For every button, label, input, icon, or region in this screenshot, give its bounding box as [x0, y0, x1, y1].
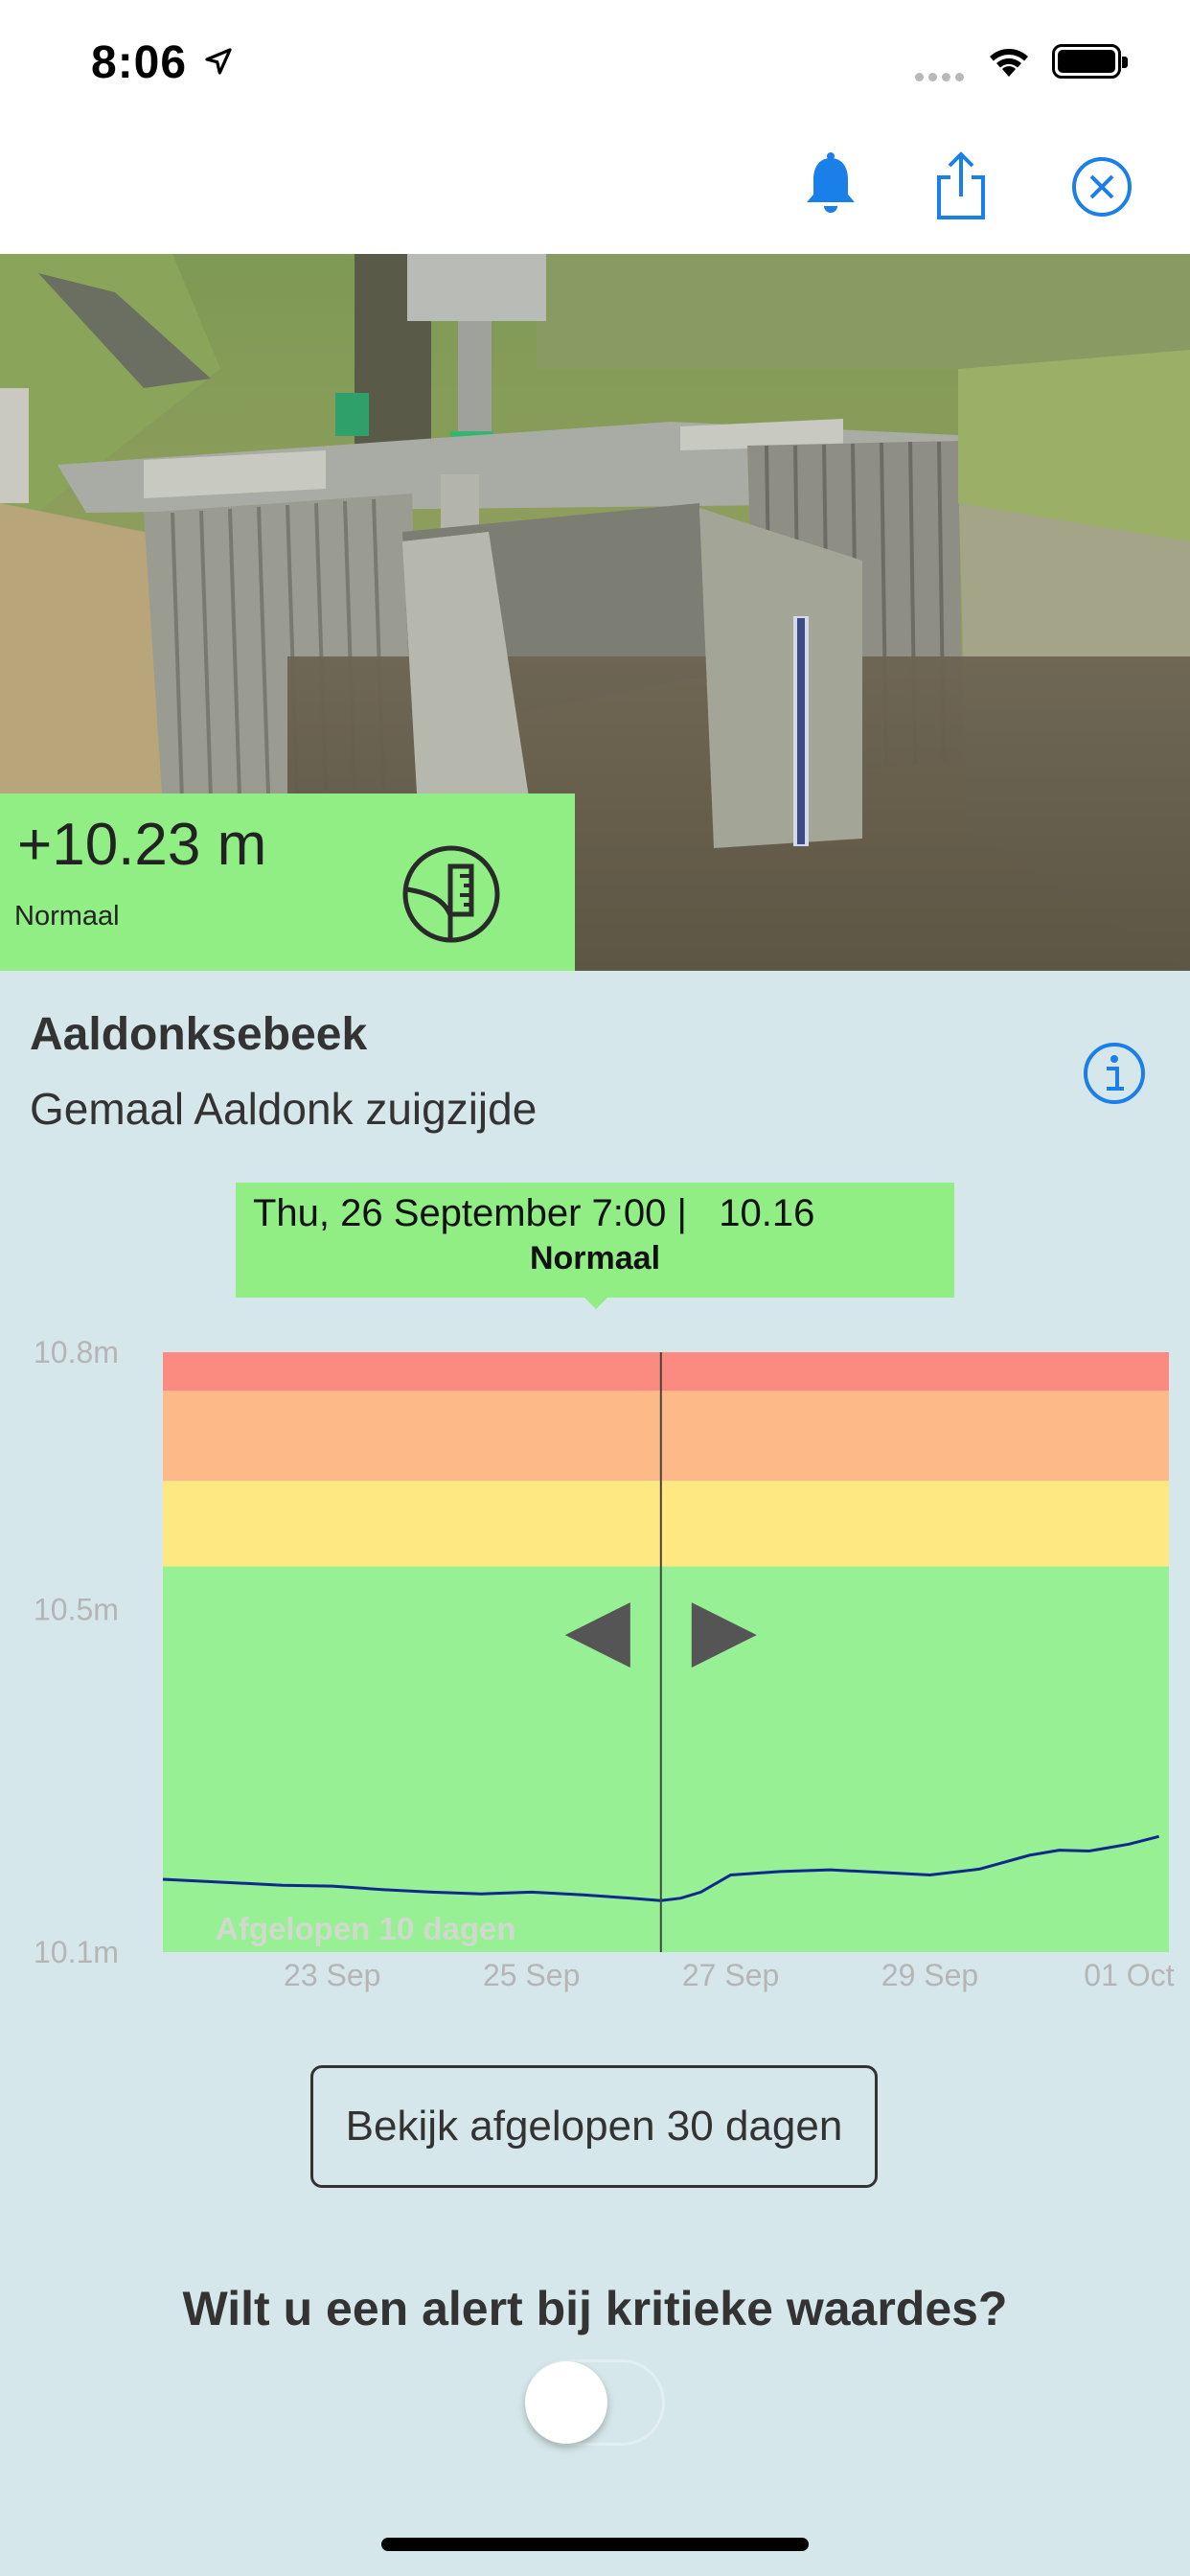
battery-icon [1052, 44, 1128, 79]
signal-dots-icon [915, 69, 969, 86]
y-tick-label: 10.1m [34, 1935, 119, 1969]
station-name: Gemaal Aaldonk zuigzijde [30, 1084, 538, 1134]
chart-tooltip: Thu, 26 September 7:00 | 10.16 Normaal [236, 1183, 954, 1298]
close-circle-icon[interactable] [1068, 149, 1135, 225]
alert-toggle[interactable] [525, 2359, 665, 2446]
river-name: Aaldonksebeek [30, 1009, 368, 1060]
chart-band-3 [163, 1352, 1169, 1392]
y-tick-label: 10.8m [34, 1335, 119, 1369]
home-indicator [381, 2538, 809, 2551]
chart-period-watermark: Afgelopen 10 dagen [216, 1911, 516, 1946]
water-level-card: +10.23 m Normaal [0, 794, 575, 971]
chart-band-0 [163, 1566, 1169, 1952]
view-30-days-button[interactable]: Bekijk afgelopen 30 dagen [310, 2065, 878, 2188]
water-gauge-icon [402, 845, 500, 943]
x-tick-label: 01 Oct [1084, 1958, 1174, 1992]
tooltip-datetime-value: Thu, 26 September 7:00 | 10.16 [253, 1192, 815, 1234]
x-tick-label: 29 Sep [881, 1958, 978, 1992]
bell-icon[interactable] [797, 149, 864, 225]
status-bar: 8:06 [0, 0, 1190, 129]
chart-band-1 [163, 1481, 1169, 1567]
x-tick-label: 23 Sep [284, 1958, 380, 1992]
water-level-chart[interactable]: 10.8m 10.5m 10.1m 23 Sep 25 Sep 27 Sep 29 Sep 0… [0, 1322, 1190, 1993]
share-icon[interactable] [927, 149, 995, 225]
x-tick-label: 25 Sep [483, 1958, 580, 1992]
x-tick-label: 27 Sep [682, 1958, 779, 1992]
wifi-icon [990, 49, 1028, 77]
status-time: 8:06 [91, 37, 188, 88]
water-level-value: +10.23 m [17, 812, 267, 878]
location-arrow-icon [205, 48, 232, 75]
alert-toggle-knob[interactable] [525, 2361, 607, 2444]
alert-question: Wilt u een alert bij kritieke waardes? [182, 2282, 1008, 2335]
navigation-bar [0, 129, 1190, 254]
y-tick-label: 10.5m [34, 1592, 119, 1626]
water-level-status: Normaal [14, 901, 120, 932]
tooltip-status: Normaal [529, 1240, 661, 1276]
chart-band-2 [163, 1391, 1169, 1482]
tooltip-pointer [584, 1298, 607, 1309]
info-icon[interactable] [1081, 1040, 1148, 1107]
